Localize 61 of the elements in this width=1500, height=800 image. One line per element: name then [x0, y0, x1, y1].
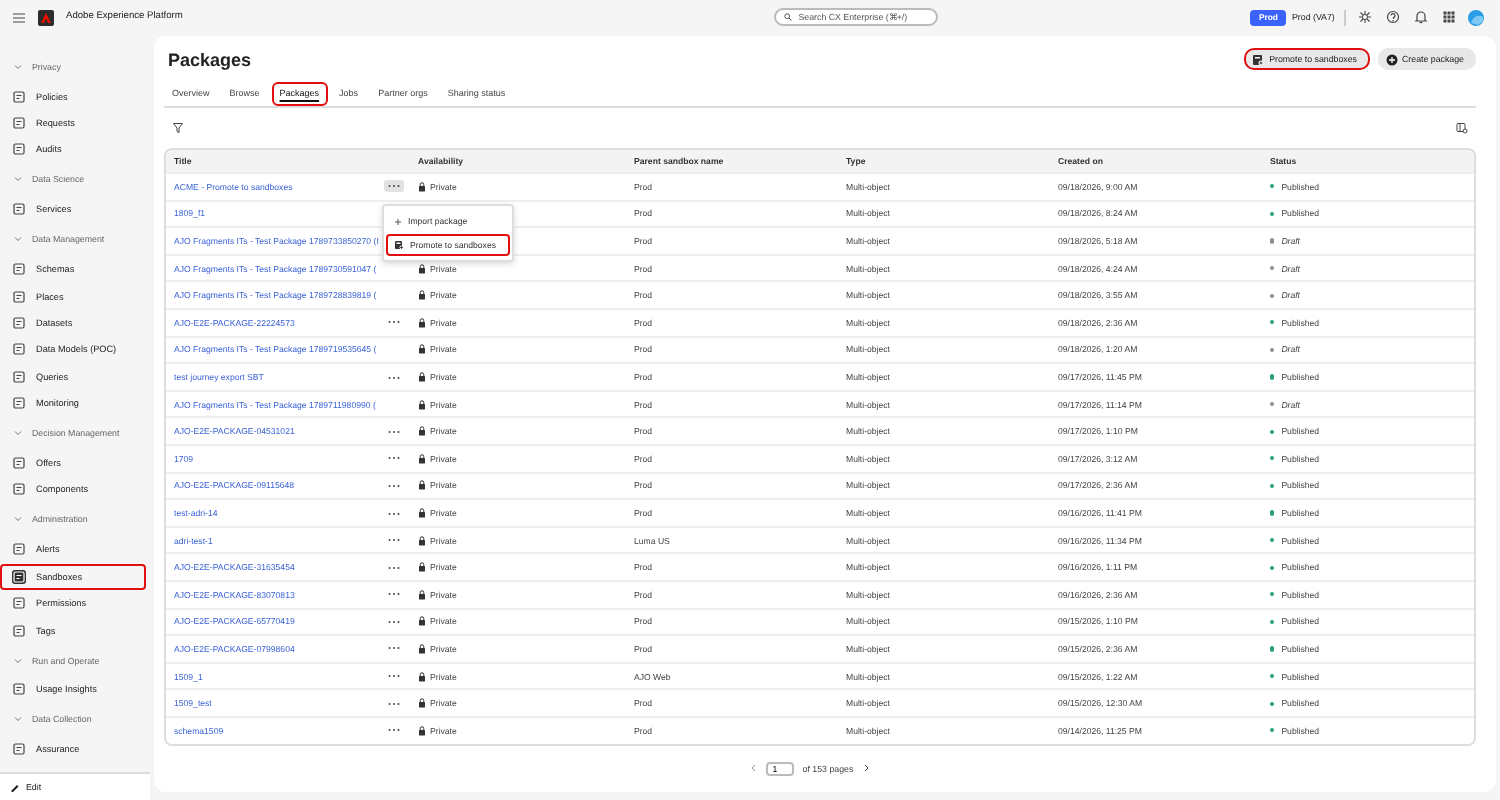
page-icon — [12, 482, 26, 497]
chevron-icon — [14, 657, 22, 663]
page-icon — [12, 116, 26, 131]
filter-icon[interactable] — [172, 122, 184, 135]
lock-icon — [418, 698, 426, 709]
lock-icon — [418, 535, 426, 546]
lock-icon — [418, 453, 426, 464]
page-icon — [12, 202, 26, 217]
logo-icon — [38, 9, 54, 25]
page-icon — [12, 742, 26, 757]
avatar[interactable] — [1467, 9, 1484, 25]
promote-icon — [394, 240, 404, 251]
column-settings-icon[interactable] — [1456, 122, 1468, 135]
page-icon — [12, 596, 26, 611]
page-icon — [12, 569, 26, 584]
help-icon[interactable] — [1385, 10, 1400, 24]
lock-icon — [418, 589, 426, 600]
page-icon — [12, 316, 26, 331]
promote-icon — [1252, 53, 1265, 66]
chevron-icon — [14, 430, 22, 437]
chevron-icon — [14, 63, 22, 70]
lock-icon — [418, 399, 426, 410]
apps-grid-icon[interactable] — [1441, 10, 1456, 24]
lock-icon — [418, 263, 426, 274]
page-icon — [12, 142, 26, 157]
chevron-icon — [14, 176, 22, 183]
page-icon — [12, 289, 26, 304]
more-button[interactable] — [384, 180, 404, 193]
page-icon — [12, 623, 26, 638]
page-icon — [12, 682, 26, 697]
page-icon — [12, 542, 26, 557]
lock-icon — [418, 671, 426, 682]
bell-icon[interactable] — [1413, 10, 1428, 24]
lock-icon — [418, 290, 426, 301]
plus-icon — [394, 217, 402, 226]
page-icon — [12, 89, 26, 104]
lock-icon — [418, 372, 426, 383]
chevron-icon — [14, 236, 22, 243]
page-icon — [12, 262, 26, 277]
add-circle-icon — [1385, 53, 1397, 66]
page-icon — [12, 369, 26, 384]
chevron-icon — [14, 516, 22, 523]
lock-icon — [418, 643, 426, 654]
lock-icon — [418, 344, 426, 355]
page-title: Packages — [168, 49, 252, 70]
page-icon — [12, 342, 26, 357]
search-icon — [784, 12, 793, 22]
page-icon — [12, 456, 26, 471]
sparkle-icon[interactable] — [1357, 10, 1372, 24]
lock-icon — [418, 616, 426, 627]
pencil-icon — [10, 782, 20, 792]
page-icon — [12, 396, 26, 411]
lock-icon — [418, 426, 426, 437]
lock-icon — [418, 508, 426, 519]
menu-icon — [12, 11, 26, 23]
lock-icon — [418, 480, 426, 491]
lock-icon — [418, 562, 426, 573]
lock-icon — [418, 725, 426, 736]
lock-icon — [418, 181, 426, 192]
chevron-icon — [14, 716, 22, 723]
lock-icon — [418, 317, 426, 328]
